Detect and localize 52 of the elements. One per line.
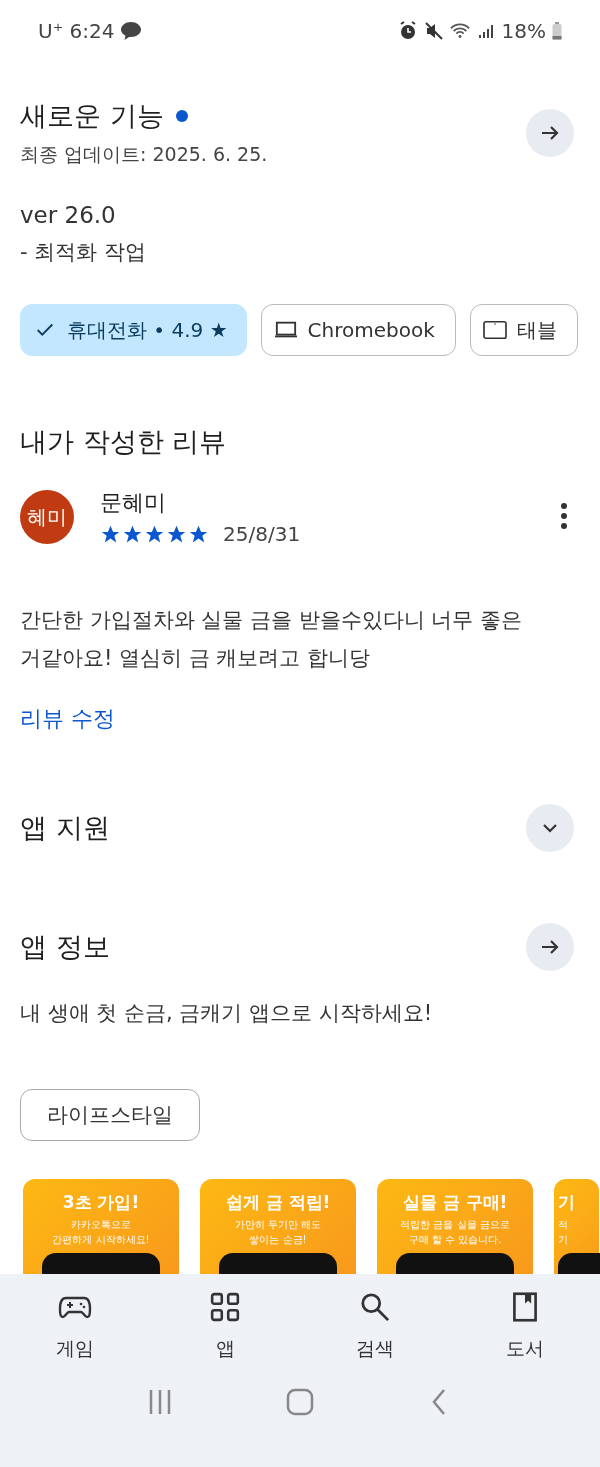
- battery-percent: 18%: [501, 19, 546, 43]
- section-title: 내가 작성한 리뷰: [19, 425, 228, 459]
- section-title: 새로운 기능: [20, 99, 164, 133]
- section-title: 앱 정보: [20, 930, 110, 964]
- screenshot-caption: 카카오톡으로: [71, 1218, 131, 1232]
- device-chip[interactable]: 휴대전화 • 4.9 ★: [20, 304, 247, 356]
- screenshot-caption: 쌓이는 순금!: [249, 1233, 307, 1247]
- updated-date: 최종 업데이트: 2025. 6. 25.: [20, 142, 268, 167]
- review-text: 간단한 가입절차와 실물 금을 받을수있다니 너무 좋은거같아요! 열심히 금 캐보려고 합니당: [19, 607, 524, 672]
- more-vertical-icon: [560, 501, 568, 530]
- category-chip[interactable]: 라이프스타일: [20, 1089, 200, 1141]
- search-icon: [358, 1292, 392, 1322]
- release-notes: - 최적화 작업: [19, 239, 147, 266]
- new-dot-icon: [175, 110, 188, 122]
- nav-tab[interactable]: 도서: [475, 1288, 575, 1366]
- arrow-right-button[interactable]: [526, 109, 574, 157]
- screenshot-headline: 쉽게 금 적립!: [225, 1191, 331, 1214]
- nav-tab[interactable]: 게임: [25, 1288, 125, 1366]
- avatar: 혜미: [20, 490, 74, 544]
- star-icon: [166, 523, 187, 545]
- screenshot-caption: 기: [558, 1233, 568, 1247]
- nav-tab[interactable]: 앱: [175, 1288, 275, 1366]
- screenshot-headline: 기: [558, 1191, 575, 1214]
- star-icon: [100, 523, 121, 545]
- screenshot-caption: 간편하게 시작하세요!: [52, 1233, 150, 1247]
- version-text: ver 26.0: [19, 202, 117, 228]
- reviewer-name: 문혜미: [100, 489, 167, 517]
- battery-icon: [552, 22, 562, 40]
- app-description: 내 생애 첫 순금, 금캐기 앱으로 시작하세요!: [19, 1000, 434, 1027]
- review-date: 25/8/31: [223, 522, 301, 546]
- edit-review-link[interactable]: 리뷰 수정: [0, 704, 135, 734]
- star-icon: [188, 523, 209, 545]
- star-icon: [144, 523, 165, 545]
- screenshot-caption: 적: [558, 1218, 568, 1232]
- arrow-right-button[interactable]: [526, 923, 574, 971]
- star-icon: [122, 523, 143, 545]
- mute-icon: [423, 21, 444, 41]
- wifi-icon: [449, 21, 470, 41]
- screenshot-caption: 구매 할 수 있습니다.: [408, 1233, 502, 1247]
- screenshot-caption: 적립한 금을 실물 금으로: [400, 1218, 510, 1232]
- tablet-icon: [482, 319, 507, 341]
- screenshot-headline: 3초 가입!: [62, 1191, 140, 1214]
- home-icon[interactable]: [286, 1388, 314, 1416]
- screenshot-headline: 실물 금 구매!: [402, 1191, 508, 1214]
- device-chip[interactable]: 태블: [469, 304, 578, 356]
- screenshot-caption: 가만히 두기만 해도: [234, 1218, 322, 1232]
- status-carrier-time: U⁺ 6:24: [38, 19, 115, 43]
- grid-icon: [208, 1292, 242, 1322]
- nav-tab[interactable]: 검색: [325, 1288, 425, 1366]
- section-title: 앱 지원: [20, 811, 110, 845]
- device-chip[interactable]: Chromebook: [260, 304, 456, 356]
- chat-bubble-icon: [120, 21, 143, 41]
